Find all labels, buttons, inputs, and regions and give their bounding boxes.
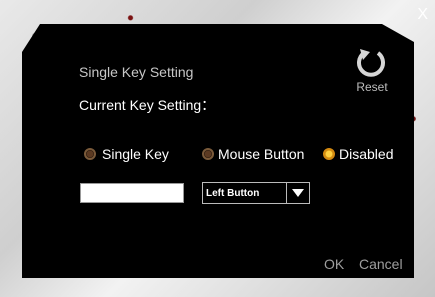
select-value: Left Button [206,187,260,199]
radio-single-key[interactable]: Single Key [84,146,169,162]
current-key-setting-label: Current Key Setting： [79,97,216,113]
key-input-field[interactable] [80,183,184,203]
radio-label: Disabled [339,146,394,162]
select-arrow[interactable] [286,183,309,203]
radio-mouse-button[interactable]: Mouse Button [202,146,304,162]
reset-icon [357,49,385,77]
reset-label: Reset [356,80,388,94]
radio-indicator [202,148,214,160]
reset-button[interactable]: Reset [350,46,394,98]
mouse-button-select[interactable]: Left Button [202,182,310,204]
cancel-button[interactable]: Cancel [359,256,403,272]
radio-label: Single Key [102,146,169,162]
radio-label: Mouse Button [218,146,305,162]
dialog-title: Single Key Setting [79,64,194,80]
radio-disabled[interactable]: Disabled [323,146,393,162]
ok-button[interactable]: OK [324,256,344,272]
radio-indicator-selected [323,148,335,160]
radio-indicator [84,148,96,160]
close-icon[interactable]: X [417,6,428,24]
chevron-down-icon [292,189,304,197]
